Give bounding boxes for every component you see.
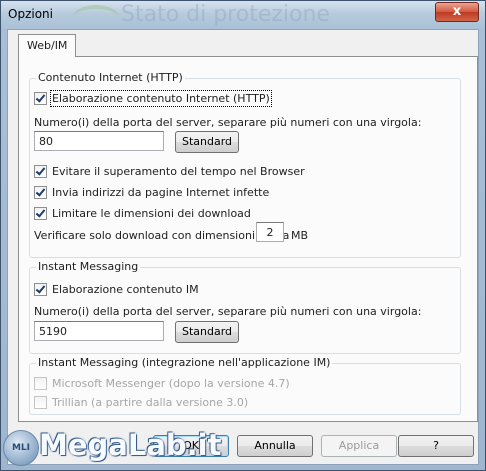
background-swirl-icon [73, 5, 119, 29]
close-icon[interactable]: x [453, 4, 461, 19]
download-size-unit: MB [291, 229, 309, 242]
limit-download-checkbox[interactable]: Limitare le dimensioni dei download [34, 207, 251, 220]
browser-timeout-label[interactable]: Evitare il superamento del tempo nel Bro… [52, 165, 305, 178]
internet-standard-button[interactable]: Standard [175, 131, 239, 153]
checkbox-box[interactable] [34, 186, 47, 199]
checkbox-box[interactable] [34, 165, 47, 178]
help-button[interactable]: ? [398, 435, 474, 457]
window-title: Opzioni [8, 7, 53, 21]
tab-panel: Contenuto Internet (HTTP) Elaborazione c… [18, 56, 478, 422]
title-bar[interactable]: Stato di protezione Opzioni x [1, 1, 485, 29]
infected-pages-checkbox[interactable]: Invia indirizzi da pagine Internet infet… [34, 186, 269, 199]
checkbox-box[interactable] [34, 207, 47, 220]
checkbox-box[interactable] [34, 283, 47, 296]
internet-port-input[interactable]: 80 [34, 131, 164, 151]
im-port-input[interactable]: 5190 [34, 321, 164, 341]
checkbox-box[interactable] [34, 396, 47, 409]
megalab-logo-text: MegaLab.it [39, 428, 222, 462]
megalab-logo-icon: MLI [3, 430, 39, 466]
download-size-input[interactable]: 2 [256, 222, 284, 242]
infected-pages-label[interactable]: Invia indirizzi da pagine Internet infet… [52, 186, 269, 199]
internet-processing-label[interactable]: Elaborazione contenuto Internet (HTTP) [50, 90, 272, 107]
limit-download-label[interactable]: Limitare le dimensioni dei download [52, 207, 251, 220]
im-standard-button[interactable]: Standard [175, 321, 239, 343]
tab-web-im[interactable]: Web/IM [18, 34, 77, 57]
trillian-checkbox[interactable]: Trillian (a partire dalla versione 3.0) [34, 396, 248, 409]
internet-group-label: Contenuto Internet (HTTP) [36, 71, 185, 84]
checkbox-box[interactable] [34, 92, 47, 105]
messenger-label[interactable]: Microsoft Messenger (dopo la versione 4.… [52, 377, 290, 390]
download-size-label: Verificare solo download con dimensioni … [34, 229, 290, 242]
browser-timeout-checkbox[interactable]: Evitare il superamento del tempo nel Bro… [34, 165, 305, 178]
trillian-label[interactable]: Trillian (a partire dalla versione 3.0) [52, 396, 248, 409]
options-window: Stato di protezione Opzioni x Web/IM Con… [0, 0, 486, 471]
megalab-watermark: MLI MegaLab.it [3, 426, 221, 470]
im-group-label: Instant Messaging [36, 260, 141, 273]
close-button[interactable]: x [435, 2, 479, 22]
cancel-button[interactable]: Annulla [237, 435, 313, 457]
checkbox-box[interactable] [34, 377, 47, 390]
im-processing-checkbox[interactable]: Elaborazione contenuto IM [34, 283, 199, 296]
apply-button: Applica [321, 435, 397, 457]
im-processing-label[interactable]: Elaborazione contenuto IM [52, 283, 199, 296]
messenger-checkbox[interactable]: Microsoft Messenger (dopo la versione 4.… [34, 377, 290, 390]
internet-port-label: Numero(i) della porta del server, separa… [34, 116, 422, 129]
im-port-label: Numero(i) della porta del server, separa… [34, 305, 422, 318]
dialog-client-area: Web/IM Contenuto Internet (HTTP) Elabora… [7, 29, 479, 465]
internet-processing-checkbox[interactable]: Elaborazione contenuto Internet (HTTP) [34, 90, 272, 107]
background-title: Stato di protezione [121, 2, 330, 27]
integration-group-label: Instant Messaging (integrazione nell'app… [36, 356, 333, 369]
